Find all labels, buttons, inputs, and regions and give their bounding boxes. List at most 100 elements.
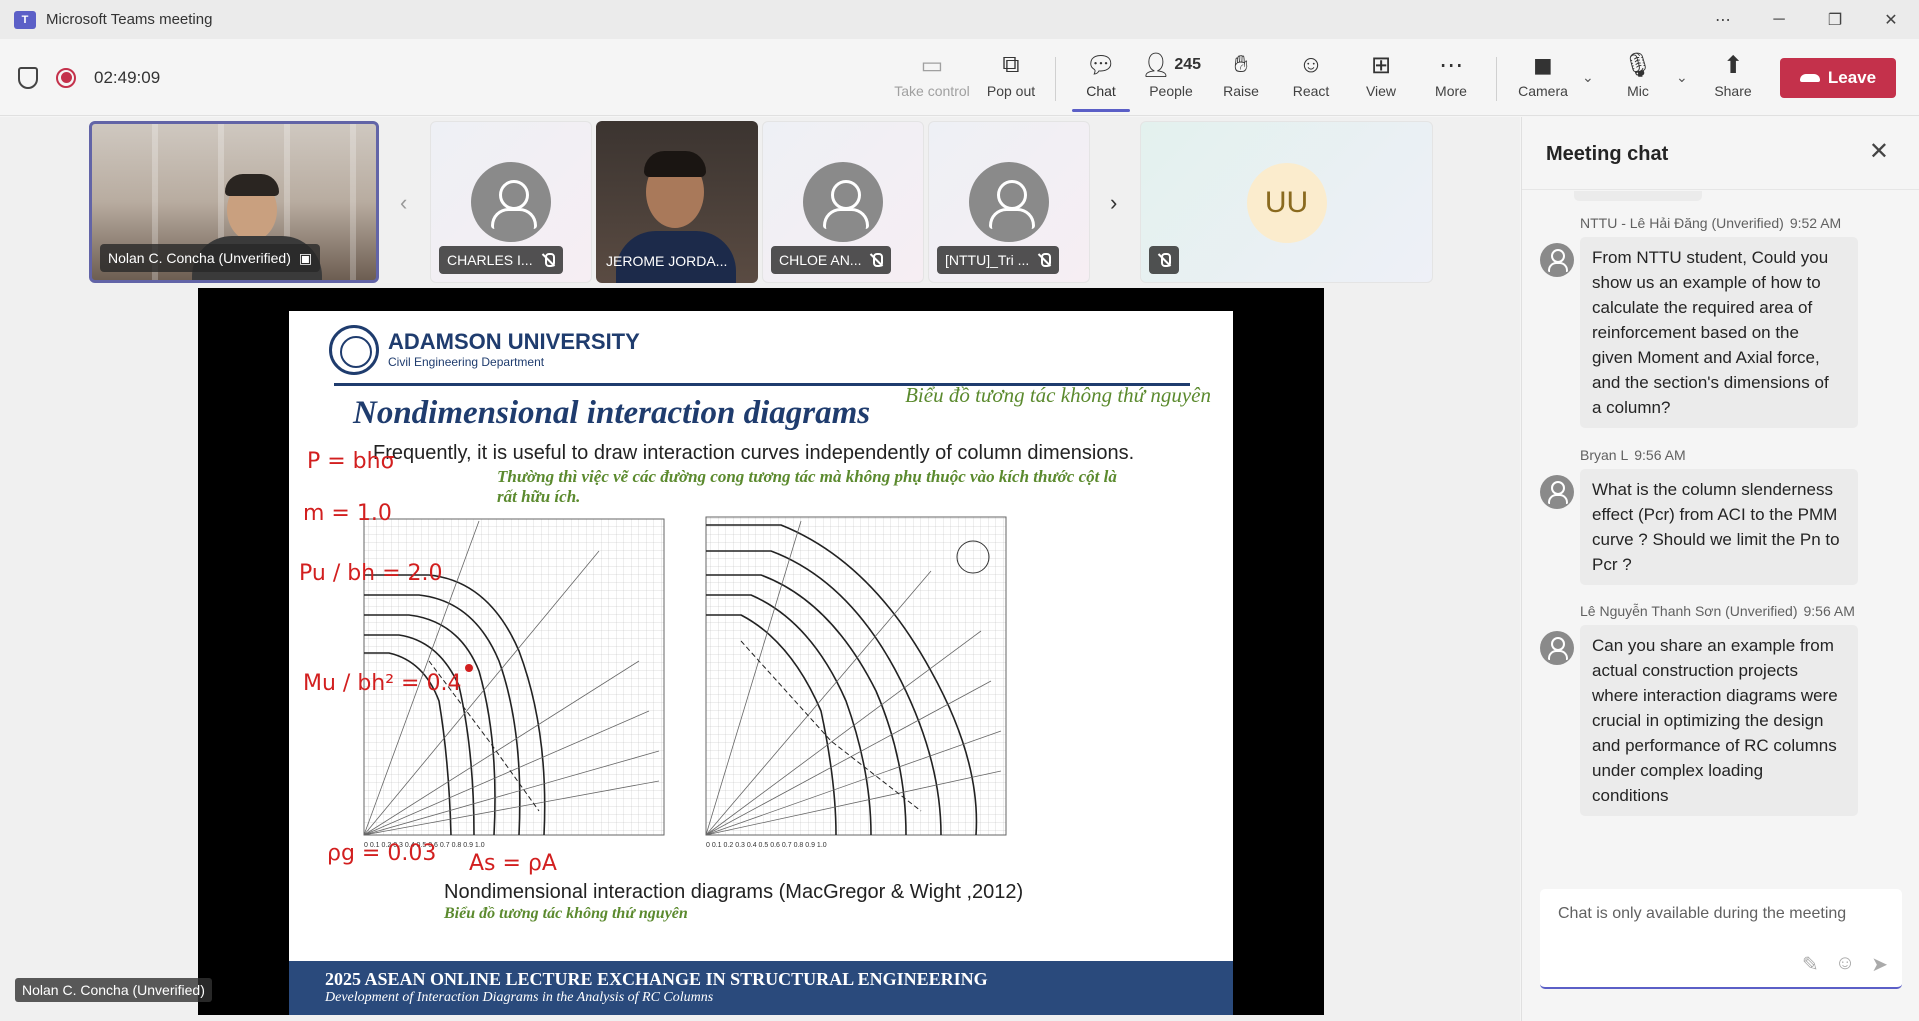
chat-icon: 💬︎: [1085, 51, 1117, 79]
screen-share-icon: ▣: [298, 249, 313, 266]
send-icon[interactable]: ➤: [1871, 952, 1888, 977]
annotation-ink: m = 1.0: [303, 501, 392, 526]
annotation-ink: Pu / bh = 2.0: [299, 561, 443, 586]
svg-text:0 0.1 0.2 0.3 0.4 0.5 0.: 0 0.1 0.2 0.3 0.4 0.5 0.6 0.7 0.8 0.9 1.…: [706, 842, 827, 849]
mic-muted-icon: [1157, 253, 1171, 267]
grid-view-icon: ⊞: [1370, 51, 1392, 79]
slide-subtitle: Biểu đồ tương tác không thứ nguyên: [905, 383, 1211, 407]
meeting-toolbar: 02:49:09 ▭ Take control ⧉ Pop out 💬︎ Cha…: [0, 39, 1919, 116]
avatar[interactable]: [1540, 475, 1574, 509]
format-icon[interactable]: ✎: [1802, 952, 1819, 977]
emoji-icon[interactable]: ☺: [1835, 952, 1855, 977]
message-text: What is the column slenderness effect (P…: [1580, 469, 1858, 585]
more-dots-icon: ⋯: [1439, 51, 1463, 79]
react-button[interactable]: ☺ React: [1276, 49, 1346, 109]
participant-name: CHLOE AN...: [771, 246, 892, 274]
mic-options-chevron-icon[interactable]: ⌄: [1676, 69, 1688, 86]
participant-tile[interactable]: CHARLES I...: [430, 121, 592, 283]
mic-off-icon: 🎙︎: [1622, 51, 1654, 79]
take-control-icon: ▭: [920, 51, 944, 79]
annotation-ink: As = ρA: [469, 851, 557, 876]
minimize-button[interactable]: ─: [1751, 0, 1807, 39]
slide-caption-translation: Biểu đồ tương tác không thứ nguyên: [444, 905, 688, 922]
smiley-icon: ☺: [1298, 51, 1324, 78]
camera-button[interactable]: ◼︎ Camera: [1508, 49, 1578, 109]
share-icon: ⬆︎: [1722, 51, 1744, 79]
mic-button[interactable]: 🎙︎ Mic: [1603, 49, 1673, 109]
participant-tile[interactable]: [NTTU]_Tri ...: [928, 121, 1090, 283]
previous-message-bubble: [1574, 191, 1702, 201]
message-time: 9:56 AM: [1634, 447, 1686, 463]
annotation-ink: P = bhσ: [307, 449, 395, 474]
university-seal-icon: [329, 325, 379, 375]
people-icon: 👤︎: [1140, 51, 1172, 79]
participant-name: [NTTU]_Tri ...: [937, 246, 1060, 274]
avatar: [803, 162, 883, 242]
raise-hand-button[interactable]: ✋︎ Raise: [1206, 49, 1276, 109]
slide-body-translation: Thường thì việc vẽ các đường cong tương …: [497, 467, 1117, 506]
more-button[interactable]: ⋯ More: [1416, 49, 1486, 109]
title-bar: T Microsoft Teams meeting ⋯ ─ ❐ ✕: [0, 0, 1919, 39]
phone-hangup-icon: [1799, 74, 1820, 82]
avatar[interactable]: [1540, 631, 1574, 665]
participant-name: JEROME JORDA...: [606, 253, 728, 269]
avatar: [969, 162, 1049, 242]
more-options-icon[interactable]: ⋯: [1695, 0, 1751, 39]
participant-tile[interactable]: JEROME JORDA...: [596, 121, 758, 283]
university-name: ADAMSON UNIVERSITY: [388, 329, 640, 354]
message-author: Bryan L: [1580, 447, 1629, 463]
footer-subtitle: Development of Interaction Diagrams in t…: [325, 990, 714, 1005]
restore-button[interactable]: ❐: [1807, 0, 1863, 39]
shield-icon[interactable]: [18, 66, 38, 89]
participant-name: Nolan C. Concha (Unverified) ▣: [100, 244, 321, 272]
participant-tile[interactable]: Nolan C. Concha (Unverified) ▣: [89, 121, 379, 283]
leave-button[interactable]: Leave: [1780, 58, 1896, 98]
meeting-timer: 02:49:09: [94, 67, 161, 87]
pop-out-button[interactable]: ⧉ Pop out: [976, 49, 1046, 109]
camera-off-icon: ◼︎: [1533, 51, 1553, 79]
presenter-name-label: Nolan C. Concha (Unverified): [15, 978, 212, 1002]
annotation-ink: Mu / bh² = 0.4: [303, 671, 462, 696]
slide-title: Nondimensional interaction diagrams: [353, 395, 871, 431]
avatar: [471, 162, 551, 242]
camera-options-chevron-icon[interactable]: ⌄: [1582, 69, 1594, 86]
presentation-slide: ADAMSON UNIVERSITY Civil Engineering Dep…: [289, 311, 1233, 1015]
annotation-ink: ρg = 0.03: [327, 841, 437, 866]
chat-button[interactable]: 💬︎ Chat: [1066, 49, 1136, 109]
close-window-button[interactable]: ✕: [1863, 0, 1919, 39]
take-control-button[interactable]: ▭ Take control: [894, 49, 969, 109]
participant-tile[interactable]: UU: [1140, 121, 1433, 283]
message-author: NTTU - Lê Hải Đăng (Unverified): [1580, 215, 1784, 231]
message-text: Can you share an example from actual con…: [1580, 625, 1858, 816]
chat-input-placeholder: Chat is only available during the meetin…: [1558, 905, 1847, 922]
message-time: 9:52 AM: [1789, 215, 1842, 231]
participant-tile[interactable]: CHLOE AN...: [762, 121, 924, 283]
participant-name: CHARLES I...: [439, 246, 563, 274]
message-time: 9:56 AM: [1803, 603, 1855, 619]
avatar: UU: [1246, 163, 1327, 243]
message-author: Lê Nguyễn Thanh Sơn (Unverified): [1580, 603, 1798, 619]
people-count: 245: [1174, 56, 1202, 73]
mic-muted-icon: [541, 253, 555, 267]
recording-icon: [56, 67, 76, 88]
close-icon[interactable]: ✕: [1869, 137, 1889, 166]
share-button[interactable]: ⬆︎ Share: [1698, 49, 1768, 109]
chat-title: Meeting chat: [1546, 143, 1669, 165]
slide-body-text: Frequently, it is useful to draw interac…: [373, 442, 1135, 464]
chat-compose-box[interactable]: Chat is only available during the meetin…: [1540, 889, 1902, 989]
next-tiles-chevron-icon[interactable]: ›: [1110, 190, 1117, 216]
chat-message: NTTU - Lê Hải Đăng (Unverified) 9:52 AM F…: [1540, 215, 1902, 428]
pop-out-icon: ⧉: [1002, 51, 1020, 78]
people-button[interactable]: 👤︎ 245 People: [1136, 49, 1206, 109]
mic-muted-icon: [869, 253, 884, 267]
chat-message: Bryan L 9:56 AM What is the column slende…: [1540, 447, 1902, 585]
chat-active-indicator: [1072, 109, 1130, 112]
view-button[interactable]: ⊞ View: [1346, 49, 1416, 109]
participant-name: [1149, 246, 1179, 274]
previous-tiles-chevron-icon[interactable]: ‹: [400, 190, 407, 216]
footer-title: 2025 ASEAN ONLINE LECTURE EXCHANGE IN ST…: [325, 969, 988, 989]
teams-logo-icon: T: [14, 10, 36, 29]
hand-icon: ✋︎: [1234, 51, 1248, 78]
message-text: From NTTU student, Could you show us an …: [1580, 237, 1858, 428]
avatar[interactable]: [1540, 243, 1574, 277]
